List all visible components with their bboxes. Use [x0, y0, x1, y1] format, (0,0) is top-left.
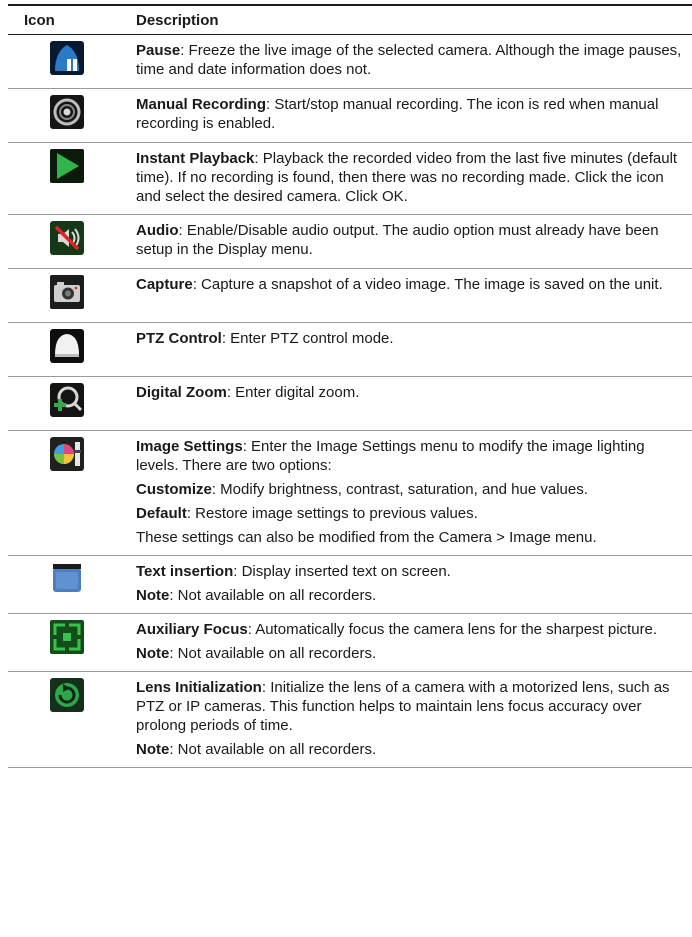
description-cell: Capture: Capture a snapshot of a video i…	[136, 269, 692, 323]
term-label: Audio	[136, 222, 179, 239]
description-paragraph: Note: Not available on all recorders.	[136, 740, 686, 759]
table-row: Manual Recording: Start/stop manual reco…	[8, 89, 692, 143]
description-text: : Not available on all recorders.	[169, 587, 377, 604]
description-cell: PTZ Control: Enter PTZ control mode.	[136, 323, 692, 377]
description-paragraph: Default: Restore image settings to previ…	[136, 504, 686, 523]
description-paragraph: Lens Initialization: Initialize the lens…	[136, 678, 686, 735]
icon-cell	[8, 556, 136, 614]
pause-icon	[50, 41, 84, 75]
table-row: Audio: Enable/Disable audio output. The …	[8, 215, 692, 269]
table-row: Image Settings: Enter the Image Settings…	[8, 431, 692, 556]
table-row: Lens Initialization: Initialize the lens…	[8, 672, 692, 768]
term-label: Instant Playback	[136, 150, 255, 167]
description-cell: Text insertion: Display inserted text on…	[136, 556, 692, 614]
description-text: : Enable/Disable audio output. The audio…	[136, 222, 659, 258]
description-paragraph: Audio: Enable/Disable audio output. The …	[136, 221, 686, 259]
description-cell: Audio: Enable/Disable audio output. The …	[136, 215, 692, 269]
icon-cell	[8, 269, 136, 323]
description-text: : Enter PTZ control mode.	[221, 330, 394, 347]
description-cell: Manual Recording: Start/stop manual reco…	[136, 89, 692, 143]
instant-playback-icon	[50, 149, 84, 183]
description-text: : Not available on all recorders.	[169, 645, 377, 662]
term-label: PTZ Control	[136, 330, 222, 347]
ptz-dome-icon	[50, 329, 84, 363]
term-label: Text insertion	[136, 563, 234, 580]
description-paragraph: Customize: Modify brightness, contrast, …	[136, 480, 686, 499]
icon-cell	[8, 614, 136, 672]
description-paragraph: Instant Playback: Playback the recorded …	[136, 149, 686, 206]
image-settings-icon	[50, 437, 84, 471]
digital-zoom-icon	[50, 383, 84, 417]
auxiliary-focus-icon	[50, 620, 84, 654]
icon-cell	[8, 89, 136, 143]
description-paragraph: Capture: Capture a snapshot of a video i…	[136, 275, 686, 294]
description-cell: Image Settings: Enter the Image Settings…	[136, 431, 692, 556]
description-cell: Instant Playback: Playback the recorded …	[136, 143, 692, 215]
description-paragraph: Pause: Freeze the live image of the sele…	[136, 41, 686, 79]
term-label: Note	[136, 645, 170, 662]
icon-cell	[8, 35, 136, 89]
table-header-row: Icon Description	[8, 4, 692, 35]
description-paragraph: Manual Recording: Start/stop manual reco…	[136, 95, 686, 133]
description-paragraph: Image Settings: Enter the Image Settings…	[136, 437, 686, 475]
description-text: : Display inserted text on screen.	[233, 563, 451, 580]
icon-cell	[8, 215, 136, 269]
table-row: Capture: Capture a snapshot of a video i…	[8, 269, 692, 323]
icon-cell	[8, 431, 136, 556]
term-label: Note	[136, 587, 170, 604]
description-text: : Not available on all recorders.	[169, 741, 377, 758]
description-paragraph: These settings can also be modified from…	[136, 528, 686, 547]
description-cell: Pause: Freeze the live image of the sele…	[136, 35, 692, 89]
description-text: : Freeze the live image of the selected …	[136, 42, 682, 78]
term-label: Capture	[136, 276, 193, 293]
table-row: Digital Zoom: Enter digital zoom.	[8, 377, 692, 431]
icon-cell	[8, 323, 136, 377]
table-row: Pause: Freeze the live image of the sele…	[8, 35, 692, 89]
table-row: Auxiliary Focus: Automatically focus the…	[8, 614, 692, 672]
text-insertion-icon	[50, 562, 84, 596]
description-paragraph: Digital Zoom: Enter digital zoom.	[136, 383, 686, 402]
lens-initialization-icon	[50, 678, 84, 712]
term-label: Pause	[136, 42, 181, 59]
icon-column-header: Icon	[8, 4, 136, 35]
audio-mute-icon	[50, 221, 84, 255]
icon-cell	[8, 377, 136, 431]
table-row: Text insertion: Display inserted text on…	[8, 556, 692, 614]
description-text: : Restore image settings to previous val…	[186, 505, 478, 522]
description-text: : Modify brightness, contrast, saturatio…	[211, 481, 588, 498]
capture-camera-icon	[50, 275, 84, 309]
description-text: : Enter digital zoom.	[226, 384, 360, 401]
description-column-header: Description	[136, 4, 692, 35]
table-row: Instant Playback: Playback the recorded …	[8, 143, 692, 215]
term-label: Note	[136, 741, 170, 758]
description-text: : Automatically focus the camera lens fo…	[247, 621, 658, 638]
term-label: Auxiliary Focus	[136, 621, 248, 638]
description-text: : Capture a snapshot of a video image. T…	[192, 276, 663, 293]
description-cell: Lens Initialization: Initialize the lens…	[136, 672, 692, 768]
manual-record-icon	[50, 95, 84, 129]
term-label: Default	[136, 505, 187, 522]
term-label: Image Settings	[136, 438, 243, 455]
document-page: Icon Description Pause: Freeze the live …	[8, 4, 692, 768]
term-label: Digital Zoom	[136, 384, 227, 401]
description-paragraph: Auxiliary Focus: Automatically focus the…	[136, 620, 686, 639]
term-label: Lens Initialization	[136, 679, 262, 696]
description-paragraph: PTZ Control: Enter PTZ control mode.	[136, 329, 686, 348]
description-cell: Auxiliary Focus: Automatically focus the…	[136, 614, 692, 672]
term-label: Manual Recording	[136, 96, 267, 113]
table-row: PTZ Control: Enter PTZ control mode.	[8, 323, 692, 377]
icon-cell	[8, 672, 136, 768]
term-label: Customize	[136, 481, 212, 498]
description-paragraph: Text insertion: Display inserted text on…	[136, 562, 686, 581]
description-paragraph: Note: Not available on all recorders.	[136, 586, 686, 605]
icon-cell	[8, 143, 136, 215]
description-text: These settings can also be modified from…	[136, 529, 597, 546]
icon-description-table: Icon Description Pause: Freeze the live …	[8, 4, 692, 768]
description-cell: Digital Zoom: Enter digital zoom.	[136, 377, 692, 431]
description-paragraph: Note: Not available on all recorders.	[136, 644, 686, 663]
